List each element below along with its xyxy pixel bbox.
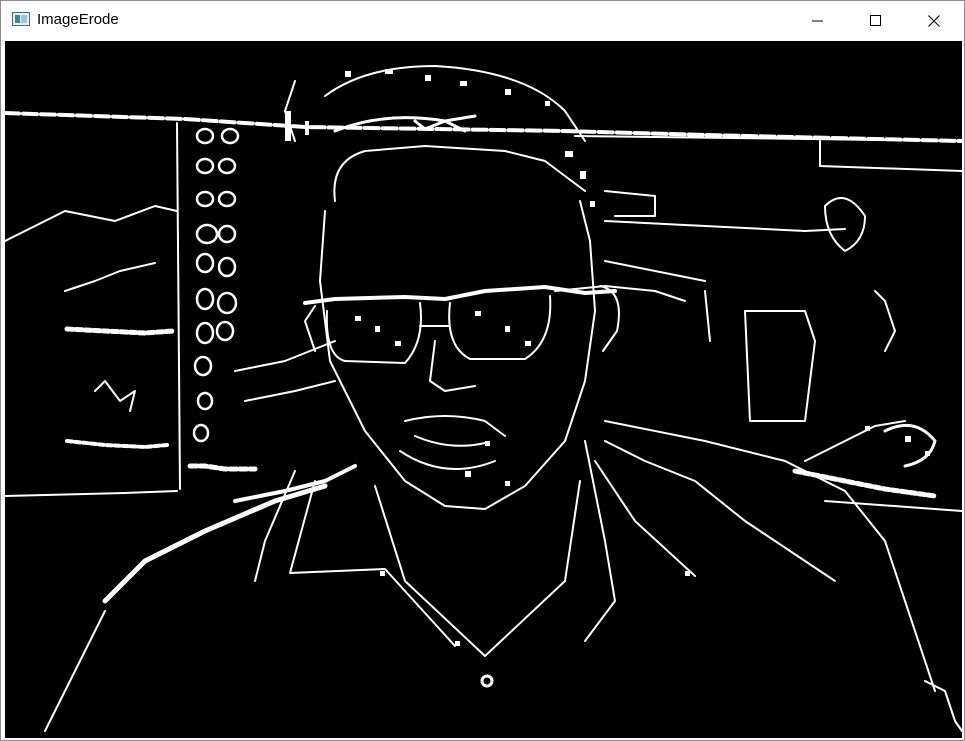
close-button[interactable] xyxy=(911,1,957,40)
minimize-icon xyxy=(812,20,823,21)
app-window-icon[interactable] xyxy=(12,12,30,26)
eroded-edge-image xyxy=(5,41,962,738)
maximize-button[interactable] xyxy=(853,1,899,40)
window-title: ImageErode xyxy=(37,11,119,28)
close-icon xyxy=(928,14,940,27)
maximize-icon xyxy=(870,14,881,26)
title-bar[interactable]: ImageErode xyxy=(1,1,964,40)
edge-image-drawing xyxy=(5,41,962,738)
minimize-button[interactable] xyxy=(795,1,841,40)
app-window: ImageErode xyxy=(0,0,965,741)
